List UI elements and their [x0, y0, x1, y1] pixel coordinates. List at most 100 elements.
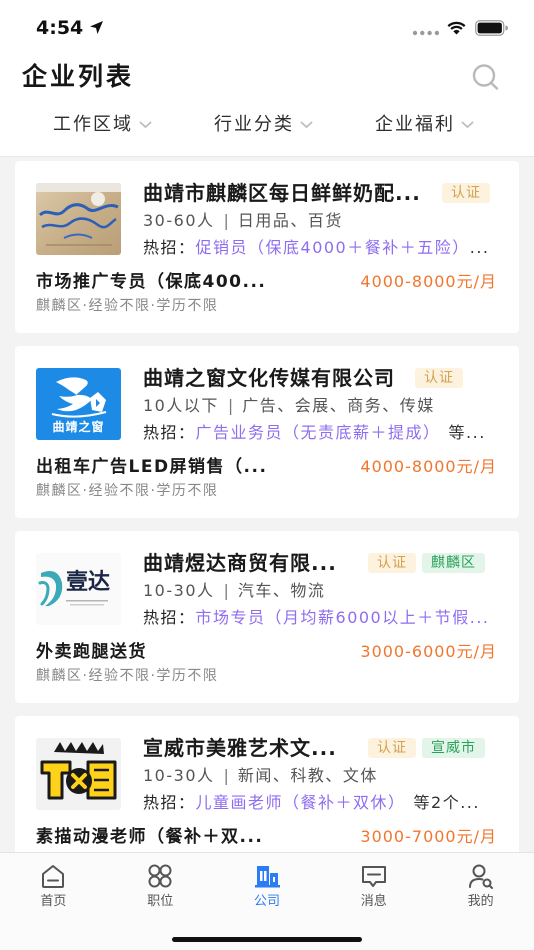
hot-label: 热招： [143, 423, 196, 442]
filter-benefits[interactable]: 企业福利 [375, 112, 474, 138]
hot-label: 热招： [143, 608, 196, 627]
tab-label: 消息 [360, 894, 387, 909]
hot-job: 市场专员（月均薪6000以上＋节假... [195, 608, 490, 627]
company-logo [36, 183, 121, 255]
job-title: 出租车广告LED屏销售（... [36, 457, 268, 477]
company-name: 曲靖市麒麟区每日鲜鲜奶配... [143, 181, 421, 205]
grid-icon [148, 864, 172, 888]
region-badge: 麒麟区 [422, 553, 485, 573]
company-logo-image [36, 738, 121, 810]
separator: | [223, 766, 229, 785]
hot-jobs: 热招：促销员（保底4000＋餐补＋五险）... [143, 237, 490, 259]
company-size: 10-30人 [143, 766, 215, 785]
chevron-down-icon [300, 121, 313, 129]
company-name: 宣威市美雅艺术文... [143, 736, 337, 760]
certified-badge: 认证 [368, 738, 416, 758]
top-bar: 4:54 企业列表 工作区域 行业分类 企业福利 [0, 0, 534, 157]
certified-badge: 认证 [442, 183, 490, 203]
job-meta: 麒麟区·经验不限·学历不限 [36, 668, 219, 684]
hot-suffix: 等... [448, 423, 486, 442]
hot-jobs: 热招：儿童画老师（餐补＋双休） 等2个... [143, 792, 480, 814]
hot-job: 广告业务员（无责底薪＋提成） [195, 423, 441, 442]
page-title: 企业列表 [22, 62, 135, 91]
company-logo: 曲靖之窗 [36, 368, 121, 440]
salary: 3000-6000元/月 [360, 642, 497, 661]
separator: | [223, 581, 229, 600]
company-logo-text: 曲靖之窗 [52, 420, 105, 434]
tab-home[interactable]: 首页 [0, 853, 107, 919]
tab-jobs[interactable]: 职位 [107, 853, 214, 919]
company-industry: 汽车、物流 [237, 581, 326, 600]
battery-icon [475, 20, 508, 36]
salary: 4000-8000元/月 [360, 272, 497, 291]
filter-label: 行业分类 [214, 114, 294, 135]
hot-label: 热招： [143, 238, 196, 257]
company-details: 30-60人 | 日用品、百货 [143, 210, 343, 232]
filter-industry[interactable]: 行业分类 [214, 112, 313, 138]
salary: 3000-7000元/月 [360, 827, 497, 846]
company-logo-image [36, 183, 121, 255]
certified-badge: 认证 [415, 368, 463, 388]
company-name: 曲靖之窗文化传媒有限公司 [143, 366, 395, 390]
company-details: 10-30人 | 新闻、科教、文体 [143, 765, 378, 787]
hot-job: 儿童画老师（餐补＋双休） [195, 793, 406, 812]
tab-company[interactable]: 公司 [214, 853, 321, 919]
company-logo [36, 738, 121, 810]
company-size: 10人以下 [143, 396, 219, 415]
company-industry: 广告、会展、商务、传媒 [242, 396, 435, 415]
building-icon [254, 866, 280, 888]
region-badge: 宣威市 [422, 738, 485, 758]
hot-jobs: 热招：市场专员（月均薪6000以上＋节假... [143, 607, 490, 629]
job-title: 素描动漫老师（餐补＋双... [36, 827, 264, 847]
separator: | [223, 211, 229, 230]
company-card[interactable]: 曲靖之窗 曲靖之窗文化传媒有限公司 认证 10人以下 | 广告、会展、商务、传媒 热… [15, 346, 519, 518]
status-time: 4:54 [36, 17, 84, 39]
company-size: 30-60人 [143, 211, 215, 230]
hot-job: 促销员（保底4000＋餐补＋五险） [195, 238, 470, 257]
badge-group: 认证 麒麟区 [368, 553, 491, 573]
company-details: 10-30人 | 汽车、物流 [143, 580, 325, 602]
company-industry: 日用品、百货 [237, 211, 343, 230]
company-logo: 壹达 [36, 553, 121, 625]
badge-group: 认证 [415, 368, 469, 388]
certified-badge: 认证 [368, 553, 416, 573]
search-icon [472, 64, 499, 90]
filter-work-area[interactable]: 工作区域 [53, 112, 152, 138]
company-details: 10人以下 | 广告、会展、商务、传媒 [143, 395, 435, 417]
filter-label: 工作区域 [53, 114, 133, 135]
job-meta: 麒麟区·经验不限·学历不限 [36, 298, 219, 314]
hot-suffix: ... [469, 238, 490, 257]
hot-suffix: 等2个... [413, 793, 480, 812]
salary: 4000-8000元/月 [360, 457, 497, 476]
wifi-icon [447, 21, 466, 35]
company-card[interactable]: 壹达 曲靖煜达商贸有限... 认证 麒麟区 10-30人 | 汽车、物流 热招：市场… [15, 531, 519, 703]
tab-profile[interactable]: 我的 [427, 853, 534, 919]
badge-group: 认证 [442, 183, 496, 203]
tab-label: 我的 [467, 894, 494, 909]
search-button[interactable] [470, 62, 500, 92]
company-size: 10-30人 [143, 581, 215, 600]
tab-messages[interactable]: 消息 [320, 853, 427, 919]
company-industry: 新闻、科教、文体 [237, 766, 378, 785]
job-title: 市场推广专员（保底400... [36, 272, 267, 292]
job-title: 外卖跑腿送货 [36, 642, 147, 662]
filter-label: 企业福利 [375, 114, 455, 135]
message-icon [361, 866, 386, 887]
tab-bar: 首页 职位 公司 消息 我的 [0, 852, 534, 950]
hot-jobs: 热招：广告业务员（无责底薪＋提成） 等... [143, 422, 486, 444]
separator: | [227, 396, 234, 415]
tab-label: 首页 [40, 894, 67, 909]
hot-label: 热招： [143, 793, 196, 812]
home-indicator [172, 937, 362, 942]
location-arrow-icon [90, 21, 103, 34]
company-logo-text: 壹达 [66, 570, 111, 595]
badge-group: 认证 宣威市 [368, 738, 491, 758]
chevron-down-icon [461, 121, 474, 129]
job-meta: 麒麟区·经验不限·学历不限 [36, 483, 219, 499]
company-card[interactable]: 曲靖市麒麟区每日鲜鲜奶配... 认证 30-60人 | 日用品、百货 热招：促销员（… [15, 161, 519, 333]
chevron-down-icon [139, 121, 152, 129]
user-icon [468, 864, 493, 889]
company-name: 曲靖煜达商贸有限... [143, 551, 337, 575]
tab-label: 公司 [253, 894, 280, 909]
signal-icon [412, 30, 440, 36]
